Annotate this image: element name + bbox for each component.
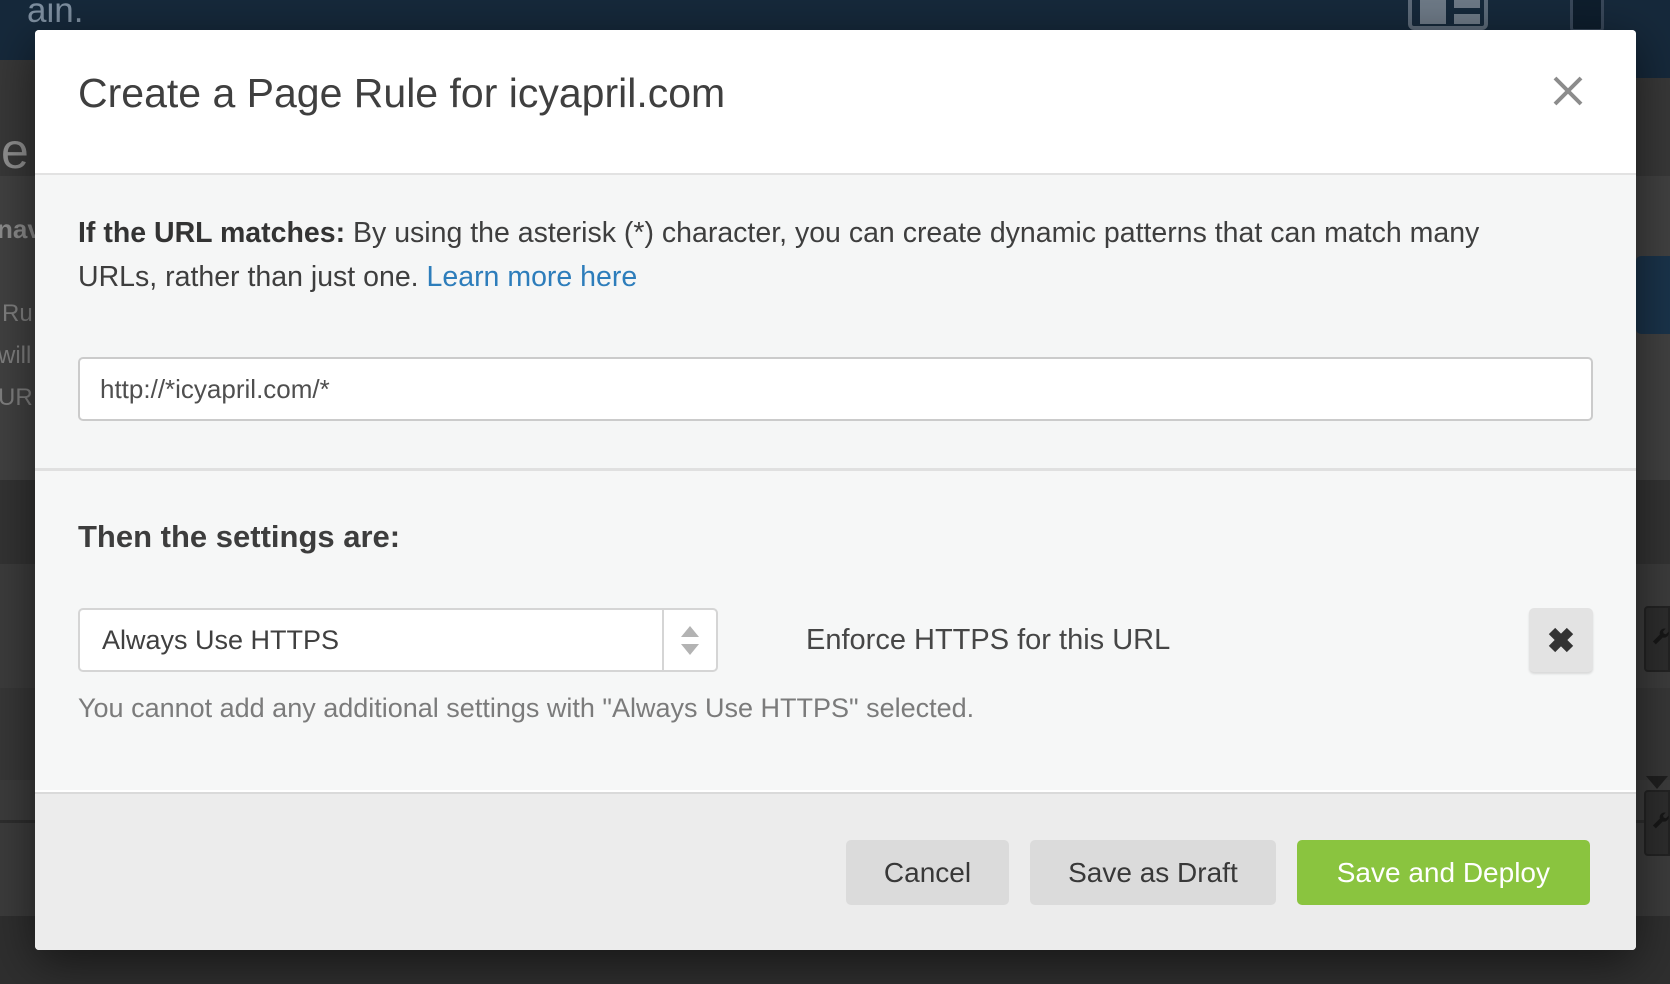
backdrop-blue-button bbox=[1636, 256, 1670, 334]
url-pattern-input[interactable] bbox=[78, 357, 1593, 421]
arrow-down-icon bbox=[681, 644, 699, 655]
backdrop-navbar-right bbox=[1632, 0, 1670, 78]
settings-heading: Then the settings are: bbox=[78, 519, 400, 555]
setting-select-value: Always Use HTTPS bbox=[80, 625, 339, 656]
url-match-section: If the URL matches: By using the asteris… bbox=[35, 175, 1636, 468]
chevron-down-icon bbox=[1646, 776, 1668, 789]
modal-title: Create a Page Rule for icyapril.com bbox=[78, 70, 725, 117]
url-match-description: If the URL matches: By using the asteris… bbox=[78, 211, 1528, 299]
wrench-icon bbox=[1652, 628, 1670, 646]
layout-icon bbox=[1408, 0, 1488, 30]
device-icon bbox=[1570, 0, 1604, 32]
setting-row: Always Use HTTPS Enforce HTTPS for this … bbox=[78, 608, 1593, 672]
learn-more-link[interactable]: Learn more here bbox=[427, 261, 638, 293]
close-icon bbox=[1548, 71, 1588, 111]
arrow-up-icon bbox=[681, 626, 699, 637]
wrench-icon bbox=[1652, 812, 1670, 830]
backdrop-text-fragment: Ru bbox=[2, 300, 33, 328]
backdrop-edit-button bbox=[1644, 790, 1670, 856]
backdrop-navbar-text: ain. bbox=[27, 0, 83, 31]
modal-header: Create a Page Rule for icyapril.com bbox=[35, 30, 1636, 175]
settings-section: Then the settings are: Always Use HTTPS … bbox=[35, 468, 1636, 790]
save-as-draft-button[interactable]: Save as Draft bbox=[1030, 840, 1276, 905]
modal-footer: Cancel Save as Draft Save and Deploy bbox=[35, 792, 1636, 950]
save-and-deploy-button[interactable]: Save and Deploy bbox=[1297, 840, 1590, 905]
close-button[interactable] bbox=[1546, 70, 1590, 114]
select-arrows-icon bbox=[662, 610, 716, 670]
page-rule-modal: Create a Page Rule for icyapril.com If t… bbox=[35, 30, 1636, 950]
backdrop-text-fragment: UR bbox=[0, 384, 33, 412]
remove-setting-button[interactable] bbox=[1529, 608, 1593, 672]
setting-helper-text: You cannot add any additional settings w… bbox=[78, 693, 974, 724]
setting-select[interactable]: Always Use HTTPS bbox=[78, 608, 718, 672]
cancel-button[interactable]: Cancel bbox=[846, 840, 1009, 905]
backdrop-text-fragment: will bbox=[0, 342, 31, 370]
remove-x-icon bbox=[1544, 623, 1578, 657]
setting-description: Enforce HTTPS for this URL bbox=[806, 624, 1170, 657]
url-match-label: If the URL matches: bbox=[78, 217, 345, 249]
backdrop-heading-fragment: e bbox=[1, 122, 29, 180]
backdrop-edit-button bbox=[1644, 606, 1670, 672]
